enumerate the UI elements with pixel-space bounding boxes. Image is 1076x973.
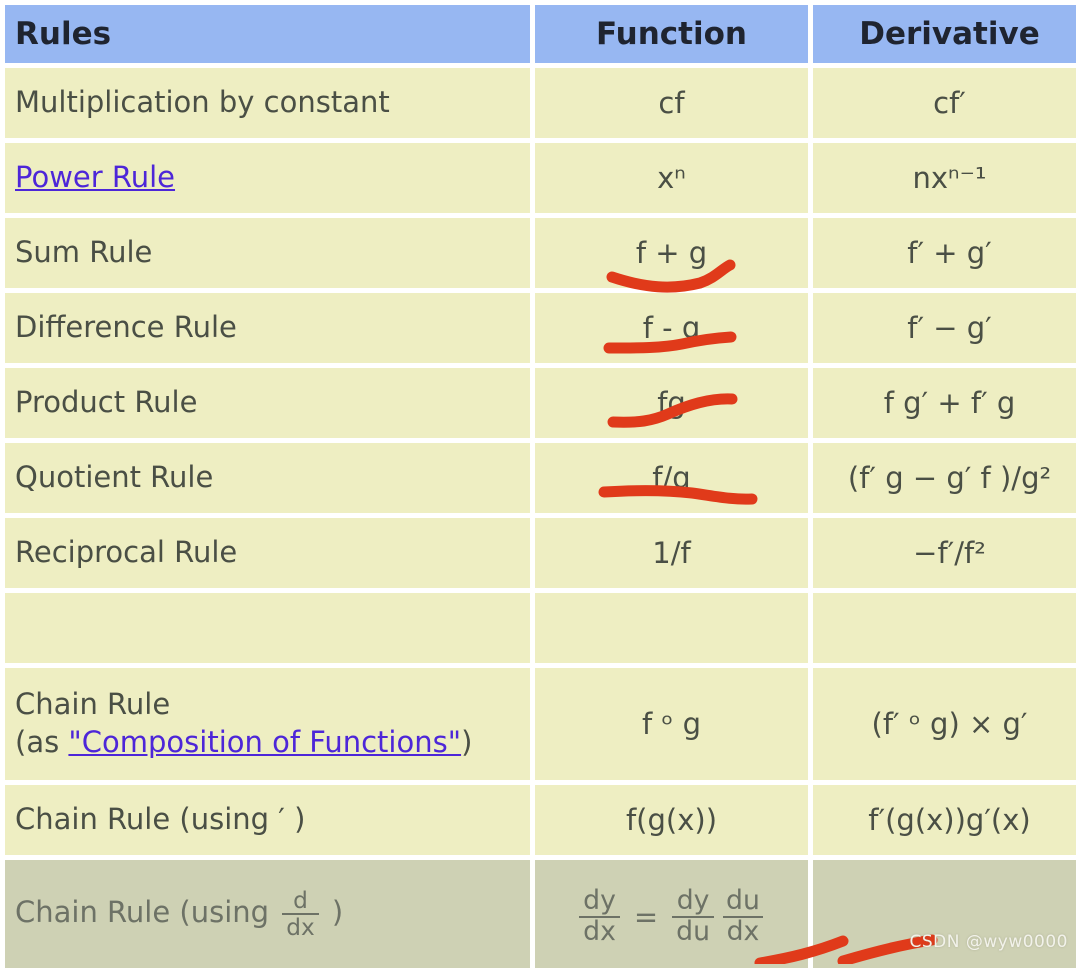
table-row: Quotient Rule f/g (f′ g − g′ f )/g² <box>5 443 1076 513</box>
rule-name-cell: Chain Rule (as "Composition of Functions… <box>5 668 530 780</box>
rules-table-grid: Rules Function Derivative Multiplication… <box>0 0 1076 973</box>
derivative-rules-table: Rules Function Derivative Multiplication… <box>0 0 1076 968</box>
csdn-watermark: CSDN @wyw0000 <box>909 932 1068 952</box>
dy-dx-left-fraction: dy dx <box>579 888 620 945</box>
fraction-numerator: dy <box>676 885 710 917</box>
table-row: Power Rule xⁿ nxⁿ⁻¹ <box>5 143 1076 213</box>
composition-prefix: (as <box>15 725 69 759</box>
composition-of-functions-link[interactable]: "Composition of Functions" <box>68 725 461 759</box>
rule-name-cell: Multiplication by constant <box>5 68 530 138</box>
function-cell: f + g <box>535 218 808 288</box>
power-rule-link[interactable]: Power Rule <box>15 160 175 194</box>
composition-suffix: ) <box>461 725 473 759</box>
du-dx-fraction: du dx <box>722 888 764 945</box>
fraction-denominator: dx <box>722 916 764 946</box>
derivative-cell: cf′ <box>813 68 1076 138</box>
function-cell: f - g <box>535 293 808 363</box>
table-row: Sum Rule f + g f′ + g′ <box>5 218 1076 288</box>
fraction-numerator: du <box>726 885 760 917</box>
rule-name-cell: Difference Rule <box>5 293 530 363</box>
fraction-numerator: dy <box>583 885 616 917</box>
rule-name-cell: Quotient Rule <box>5 443 530 513</box>
rule-name-cell: Chain Rule (using d dx ) <box>5 860 530 968</box>
function-cell: f(g(x)) <box>535 785 808 855</box>
fraction-numerator: d <box>293 886 308 914</box>
column-header-rules: Rules <box>5 5 530 63</box>
function-cell: fg <box>535 368 808 438</box>
table-row: Reciprocal Rule 1/f −f′/f² <box>5 518 1076 588</box>
dy-du-fraction: dy du <box>672 885 715 946</box>
function-cell: 1/f <box>535 518 808 588</box>
table-header: Rules Function Derivative <box>5 5 1076 63</box>
derivative-cell: f g′ + f′ g <box>813 368 1076 438</box>
rule-name-cell: Sum Rule <box>5 218 530 288</box>
function-cell: dy dx = dy du du dx <box>535 860 808 968</box>
dy-dx-equation: dy dx = dy du du dx <box>575 888 768 945</box>
rule-name-cell: Product Rule <box>5 368 530 438</box>
rule-name-cell: Power Rule <box>5 143 530 213</box>
fraction-denominator: du <box>672 916 715 946</box>
function-cell: cf <box>535 68 808 138</box>
rule-name-cell <box>5 593 530 663</box>
function-cell: f ᵒ g <box>535 668 808 780</box>
chain-rule-dx-prefix: Chain Rule (using <box>15 895 279 929</box>
table-row: Product Rule fg f g′ + f′ g <box>5 368 1076 438</box>
chain-rule-title: Chain Rule <box>15 687 171 722</box>
table-row-spacer <box>5 593 1076 663</box>
column-header-derivative: Derivative <box>813 5 1076 63</box>
derivative-cell: −f′/f² <box>813 518 1076 588</box>
derivative-cell: (f′ ᵒ g) × g′ <box>813 668 1076 780</box>
chain-rule-subtitle: (as "Composition of Functions") <box>15 724 530 762</box>
chain-rule-dx-suffix: ) <box>322 895 344 929</box>
derivative-cell: (f′ g − g′ f )/g² <box>813 443 1076 513</box>
function-cell <box>535 593 808 663</box>
derivative-cell: f′ − g′ <box>813 293 1076 363</box>
derivative-cell: f′(g(x))g′(x) <box>813 785 1076 855</box>
derivative-cell <box>813 593 1076 663</box>
equals-sign: = <box>633 900 659 934</box>
rule-name-cell: Chain Rule (using ′ ) <box>5 785 530 855</box>
rule-name-cell: Reciprocal Rule <box>5 518 530 588</box>
table-row: Difference Rule f - g f′ − g′ <box>5 293 1076 363</box>
header-row: Rules Function Derivative <box>5 5 1076 63</box>
table-row: Multiplication by constant cf cf′ <box>5 68 1076 138</box>
table-row: Chain Rule (as "Composition of Functions… <box>5 668 1076 780</box>
derivative-cell: f′ + g′ <box>813 218 1076 288</box>
d-dx-fraction: d dx <box>282 886 319 939</box>
function-cell: f/g <box>535 443 808 513</box>
fraction-denominator: dx <box>282 913 319 939</box>
column-header-function: Function <box>535 5 808 63</box>
function-cell: xⁿ <box>535 143 808 213</box>
table-body: Multiplication by constant cf cf′ Power … <box>5 68 1076 968</box>
table-row: Chain Rule (using ′ ) f(g(x)) f′(g(x))g′… <box>5 785 1076 855</box>
derivative-cell: nxⁿ⁻¹ <box>813 143 1076 213</box>
fraction-denominator: dx <box>579 916 620 946</box>
